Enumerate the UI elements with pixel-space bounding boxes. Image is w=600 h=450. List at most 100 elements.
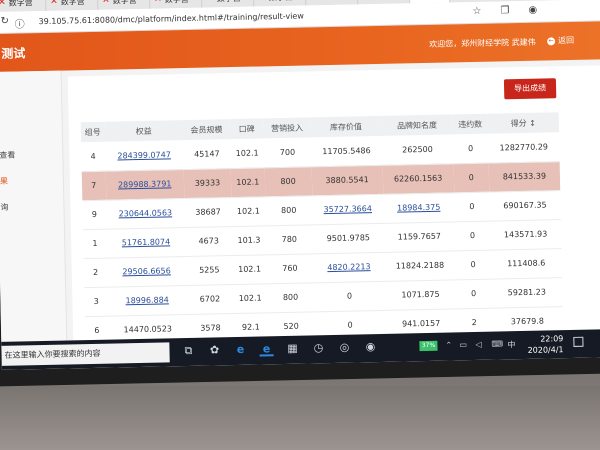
table-cell: 102.1 xyxy=(231,196,266,227)
table-cell: 800 xyxy=(264,195,313,226)
table-cell-link[interactable]: 18996.884 xyxy=(125,295,168,305)
sidebar-item-query[interactable]: 询 xyxy=(0,197,65,218)
page-title: 测试 xyxy=(1,46,26,61)
table-cell: 18984.375 xyxy=(382,192,455,223)
arrow-logo-icon: ✕ xyxy=(310,0,318,1)
table-cell: 35727.3664 xyxy=(311,193,384,225)
column-header: 违约数 xyxy=(452,113,488,135)
table-cell: 230644.0563 xyxy=(105,198,185,229)
table-cell: 3880.5541 xyxy=(311,164,383,196)
table-cell: 51761.8074 xyxy=(106,227,186,258)
tab-title: 数字营 xyxy=(321,0,345,2)
results-table: 组号 权益 会员规模 口碑 营销投入 库存价值 品牌知名度 违约数 得分 ↕ 4… xyxy=(80,112,564,346)
keyboard-icon[interactable]: ⌨ xyxy=(491,339,503,348)
sortable-column-header-score[interactable]: 得分 ↕ xyxy=(487,112,560,134)
clock[interactable]: 22:09 2020/4/1 xyxy=(523,333,564,356)
table-cell: 11824.2188 xyxy=(384,250,456,281)
sidebar: 查看 果 询 xyxy=(0,70,68,342)
network-icon[interactable]: ▭ xyxy=(459,340,467,349)
table-cell: 0 xyxy=(455,278,492,309)
task-view-icon[interactable]: ⧉ xyxy=(181,344,195,358)
table-cell: 3 xyxy=(84,286,109,317)
clock-time: 22:09 xyxy=(540,334,564,344)
tab-title: 数字营 xyxy=(373,0,397,1)
table-cell: 9501.9785 xyxy=(312,222,385,254)
table-cell: 18996.884 xyxy=(107,285,187,316)
table-cell: 284399.0747 xyxy=(104,140,184,171)
welcome-text: 欢迎您，郑州财经学院 武建伟 xyxy=(429,37,536,49)
tab-title: 数字营 xyxy=(60,0,85,7)
tab-title: 数字营 xyxy=(269,0,293,3)
clock-icon[interactable]: ◷ xyxy=(311,341,325,355)
table-cell: 143571.93 xyxy=(489,219,562,250)
taskbar-search-input[interactable]: 在这里输入你要搜索的内容 xyxy=(1,342,170,366)
tray-up-icon[interactable]: ⌃ xyxy=(445,340,452,349)
arrow-logo-icon: ✕ xyxy=(154,0,162,5)
pinwheel-icon[interactable]: ✿ xyxy=(207,343,221,357)
notification-icon[interactable] xyxy=(573,336,584,347)
table-cell: 2 xyxy=(83,257,108,288)
table-cell: 0 xyxy=(452,133,489,164)
calculator-icon[interactable]: ▦ xyxy=(285,342,299,356)
table-cell-link[interactable]: 29506.6656 xyxy=(122,266,171,276)
table-cell: 111408.6 xyxy=(490,248,563,279)
table-cell: 101.3 xyxy=(231,225,267,256)
tab-title: 数字营 xyxy=(8,0,33,8)
table-cell: 5255 xyxy=(185,255,234,286)
table-cell: 45147 xyxy=(183,139,231,170)
info-icon[interactable]: ⓘ xyxy=(14,15,25,30)
table-cell: 800 xyxy=(266,282,315,313)
column-header: 权益 xyxy=(104,120,184,142)
collections-icon[interactable]: ❐ xyxy=(500,5,509,16)
table-cell: 800 xyxy=(264,166,312,197)
table-cell: 102.1 xyxy=(233,283,268,314)
table-cell-link[interactable]: 284399.0747 xyxy=(117,150,171,160)
table-cell: 11705.5486 xyxy=(310,135,383,167)
table-cell: 6702 xyxy=(186,284,234,315)
table-cell-link[interactable]: 18984.375 xyxy=(397,203,440,213)
table-cell: 59281.23 xyxy=(490,277,563,308)
table-cell: 0 xyxy=(455,249,491,280)
battery-indicator[interactable]: 37% xyxy=(419,340,438,352)
sidebar-item-view[interactable]: 查看 xyxy=(0,145,64,166)
arrow-logo-icon: ✕ xyxy=(102,0,110,6)
table-cell-link[interactable]: 4820.2213 xyxy=(327,262,370,272)
table-cell: 29506.6656 xyxy=(107,256,187,287)
back-button[interactable]: ← 返回 xyxy=(547,35,574,47)
profile-icon[interactable]: ◉ xyxy=(528,5,537,16)
table-cell: 4 xyxy=(81,141,106,172)
export-scores-button[interactable]: 导出成绩 xyxy=(503,78,557,100)
refresh-icon[interactable]: ↻ xyxy=(0,16,9,27)
clock-date: 2020/4/1 xyxy=(527,345,564,355)
column-header: 组号 xyxy=(80,121,105,143)
table-body: 4 284399.0747 45147 102.1 700 11705.5486 26250… xyxy=(81,132,564,346)
arrow-logo-icon: ✕ xyxy=(206,0,214,4)
table-cell: 102.1 xyxy=(230,167,265,198)
table-cell-link[interactable]: 51761.8074 xyxy=(122,237,171,247)
chrome-icon[interactable]: ◉ xyxy=(363,340,377,354)
ie-icon[interactable]: e xyxy=(233,343,247,357)
table-cell: 4673 xyxy=(184,226,233,257)
table-cell-link[interactable]: 230644.0563 xyxy=(119,208,173,218)
column-header: 会员规模 xyxy=(182,119,231,141)
table-cell: 1159.7657 xyxy=(383,221,456,252)
table-cell: 38687 xyxy=(184,197,232,228)
table-cell-link[interactable]: 35727.3664 xyxy=(323,204,372,214)
table-cell: 700 xyxy=(263,137,312,168)
star-icon[interactable]: ☆ xyxy=(472,6,481,17)
360-icon[interactable]: ◎ xyxy=(337,341,351,355)
edge-icon[interactable]: e xyxy=(259,342,274,357)
sidebar-item-results[interactable]: 果 xyxy=(0,171,64,192)
table-cell: 7 xyxy=(81,170,106,201)
ime-icon[interactable]: 中 xyxy=(507,339,515,350)
column-header: 库存价值 xyxy=(310,115,382,138)
column-header: 品牌知名度 xyxy=(381,114,453,136)
table-cell: 102.1 xyxy=(232,254,267,285)
volume-icon[interactable]: ◁ xyxy=(475,340,481,349)
results-panel: 导出成绩 组号 权益 会员规模 口碑 营销投入 库存价值 品牌知名度 违约数 得… xyxy=(67,65,600,347)
column-header: 营销投入 xyxy=(263,117,311,139)
tab-title: 数字营 xyxy=(112,0,137,6)
table-cell: 1071.875 xyxy=(384,279,457,310)
table-cell-link[interactable]: 289988.3791 xyxy=(118,179,172,189)
table-cell: 62260.1563 xyxy=(382,163,454,194)
